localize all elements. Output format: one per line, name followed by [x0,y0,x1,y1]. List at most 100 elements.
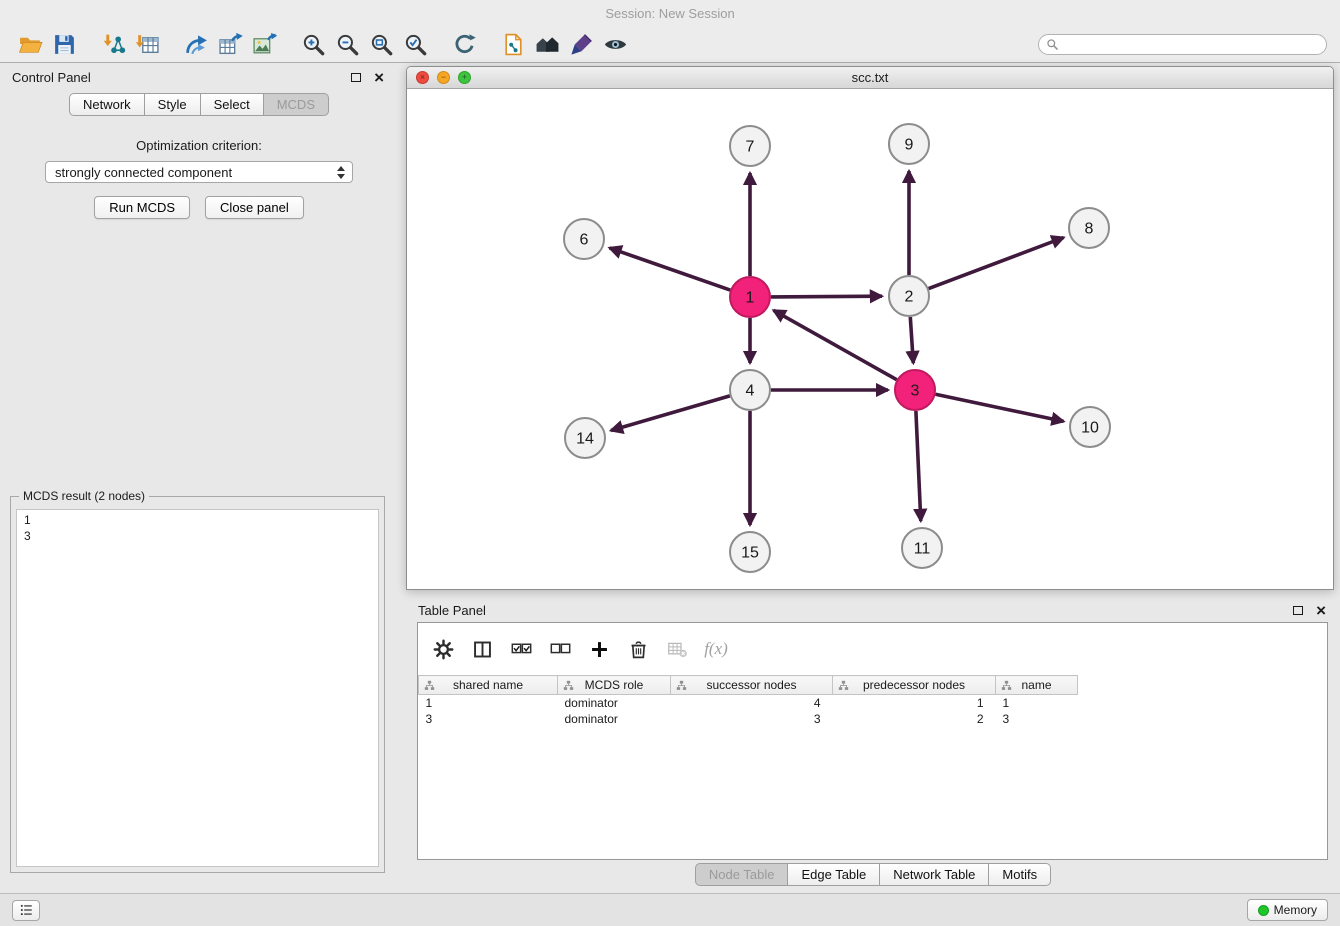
node-14[interactable]: 14 [565,418,605,458]
minimize-window-icon[interactable] [437,71,450,84]
tab-mcds[interactable]: MCDS [264,93,329,116]
zoom-selected-region-button[interactable] [398,29,432,59]
search-box[interactable] [1038,34,1327,55]
column-header-predecessor-nodes[interactable]: predecessor nodes [833,676,996,695]
node-1[interactable]: 1 [730,277,770,317]
table-cell[interactable]: 3 [671,711,833,727]
table-tab-edge-table[interactable]: Edge Table [788,863,880,886]
maximize-window-icon[interactable] [458,71,471,84]
select-all-rows-button[interactable] [508,636,534,662]
memory-status-icon [1258,905,1269,916]
export-network-icon [184,32,209,57]
column-header-label: MCDS role [585,678,644,692]
first-neighbors-button[interactable] [530,29,564,59]
edge-2-8[interactable] [929,238,1064,289]
table-cell[interactable]: dominator [558,711,671,727]
edge-3-10[interactable] [936,394,1064,421]
table-tabs: Node TableEdge TableNetwork TableMotifs [406,863,1340,886]
create-column-button[interactable] [586,636,612,662]
table-cell[interactable]: dominator [558,695,671,711]
close-panel-icon[interactable] [374,69,384,86]
float-panel-icon[interactable] [351,73,361,82]
network-graph[interactable]: 7 9 6 8 1 2 4 3 14 10 15 11 [407,89,1333,589]
table-cell[interactable]: 1 [419,695,558,711]
node-7[interactable]: 7 [730,126,770,166]
table-row[interactable]: 3dominator323 [419,711,1078,727]
save-session-button[interactable] [47,29,81,59]
optimization-criterion-select[interactable]: strongly connected component [45,161,353,183]
node-11[interactable]: 11 [902,528,942,568]
network-canvas[interactable]: 7 9 6 8 1 2 4 3 14 10 15 11 [407,89,1333,589]
table-tab-motifs[interactable]: Motifs [989,863,1051,886]
column-header-label: successor nodes [706,678,796,692]
table-panel-header: Table Panel [406,596,1340,624]
column-header-MCDS-role[interactable]: MCDS role [558,676,671,695]
table-options-icon [433,639,454,660]
open-session-button[interactable] [13,29,47,59]
table-cell[interactable]: 1 [833,695,996,711]
run-mcds-button[interactable]: Run MCDS [94,196,190,219]
zoom-in-button[interactable] [296,29,330,59]
zoom-fit-content-button[interactable] [364,29,398,59]
table-tab-network-table[interactable]: Network Table [880,863,989,886]
toolbar-icons [13,29,632,59]
export-image-button[interactable] [247,29,281,59]
deselect-all-rows-button[interactable] [547,636,573,662]
float-table-panel-icon[interactable] [1293,606,1303,615]
edge-4-14[interactable] [611,396,730,431]
column-header-shared-name[interactable]: shared name [419,676,558,695]
mcds-result-line: 1 [24,512,371,528]
network-window-titlebar[interactable]: scc.txt [407,67,1333,89]
edge-1-6[interactable] [610,248,731,290]
search-input[interactable] [1064,37,1318,52]
node-4[interactable]: 4 [730,370,770,410]
tab-network[interactable]: Network [69,93,145,116]
table-cell[interactable]: 3 [996,711,1078,727]
import-table-from-file-button[interactable] [130,29,164,59]
show-hide-panel-button[interactable] [598,29,632,59]
node-6[interactable]: 6 [564,219,604,259]
memory-button[interactable]: Memory [1247,899,1328,921]
tab-select[interactable]: Select [201,93,264,116]
table-cell[interactable]: 2 [833,711,996,727]
tab-style[interactable]: Style [145,93,201,116]
node-label: 8 [1085,221,1094,238]
show-hide-columns-button[interactable] [469,636,495,662]
delete-columns-button[interactable] [625,636,651,662]
show-hide-columns-icon [472,639,493,660]
zoom-out-button[interactable] [330,29,364,59]
node-15[interactable]: 15 [730,532,770,572]
export-network-button[interactable] [179,29,213,59]
edge-1-2[interactable] [771,296,882,297]
column-header-successor-nodes[interactable]: successor nodes [671,676,833,695]
node-8[interactable]: 8 [1069,208,1109,248]
visual-style-button[interactable] [564,29,598,59]
table-cell[interactable]: 4 [671,695,833,711]
close-panel-button[interactable]: Close panel [205,196,304,219]
refresh-network-view-button[interactable] [447,29,481,59]
table-cell[interactable]: 1 [996,695,1078,711]
node-10[interactable]: 10 [1070,407,1110,447]
table-tab-node-table[interactable]: Node Table [695,863,789,886]
table-options-button[interactable] [430,636,456,662]
column-header-name[interactable]: name [996,676,1078,695]
table-cell[interactable]: 3 [419,711,558,727]
close-window-icon[interactable] [416,71,429,84]
panel-menu-button[interactable] [12,900,40,921]
export-table-button[interactable] [213,29,247,59]
selected-option: strongly connected component [55,165,232,180]
node-label: 4 [746,383,755,400]
edge-3-1[interactable] [774,310,897,379]
node-9[interactable]: 9 [889,124,929,164]
zoom-selected-region-icon [403,32,428,57]
table-row[interactable]: 1dominator411 [419,695,1078,711]
node-3[interactable]: 3 [895,370,935,410]
node-2[interactable]: 2 [889,276,929,316]
edge-2-3[interactable] [910,317,913,363]
import-network-from-file-button[interactable] [96,29,130,59]
network-window: scc.txt 7 9 6 8 1 2 4 3 14 10 15 11 [406,66,1334,590]
clone-network-button[interactable] [496,29,530,59]
close-table-panel-icon[interactable] [1316,602,1326,619]
export-table-icon [218,32,243,57]
edge-3-11[interactable] [916,411,921,521]
